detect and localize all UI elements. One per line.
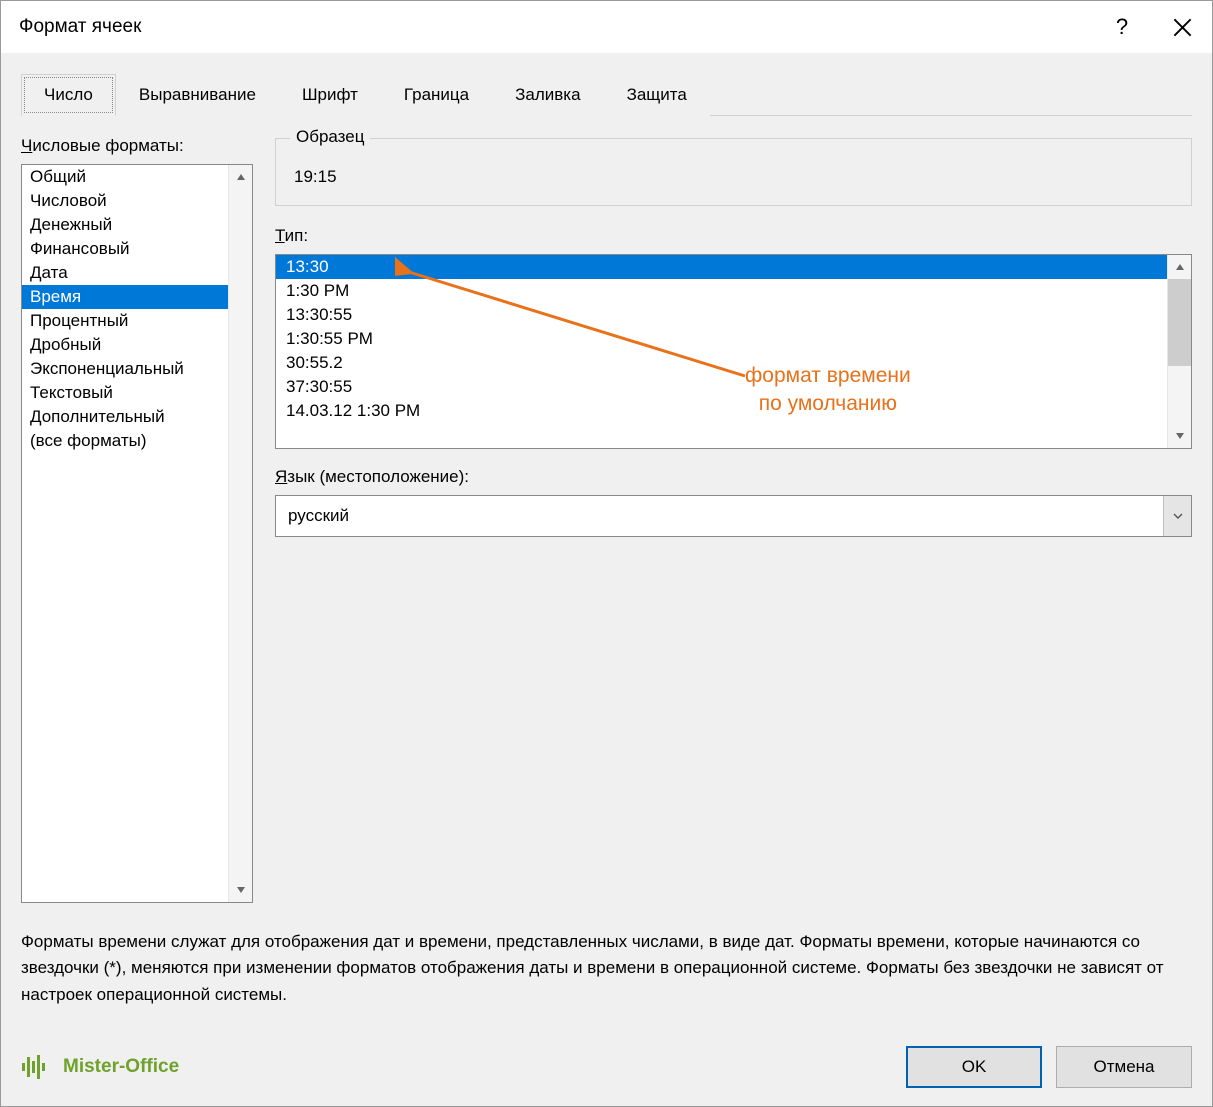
scroll-track[interactable] — [1168, 279, 1191, 424]
chevron-down-icon — [1173, 511, 1183, 521]
locale-label: Язык (местоположение): — [275, 467, 1192, 487]
type-listbox[interactable]: 13:30 1:30 PM 13:30:55 1:30:55 PM 30:55.… — [275, 254, 1192, 449]
scroll-thumb[interactable] — [1168, 279, 1191, 366]
locale-value: русский — [276, 496, 1163, 536]
format-cells-dialog: Формат ячеек ? Число Выравнивание Шрифт … — [1, 1, 1212, 1106]
locale-combobox[interactable]: русский — [275, 495, 1192, 537]
category-item[interactable]: Время — [22, 285, 228, 309]
scroll-track[interactable] — [229, 189, 252, 878]
category-item[interactable]: Дробный — [22, 333, 228, 357]
annotation-text: формат времени по умолчанию — [745, 362, 911, 419]
type-item[interactable]: 1:30:55 PM — [276, 327, 1167, 351]
categories-items: Общий Числовой Денежный Финансовый Дата … — [22, 165, 228, 902]
category-item[interactable]: Общий — [22, 165, 228, 189]
settings-column: Образец 19:15 Тип: 13:30 1:30 PM 13:30:5… — [275, 136, 1192, 903]
tab-border[interactable]: Граница — [381, 74, 492, 116]
scroll-down-button[interactable] — [229, 878, 252, 902]
category-item[interactable]: Денежный — [22, 213, 228, 237]
tab-alignment[interactable]: Выравнивание — [116, 74, 279, 116]
categories-label: Числовые форматы: — [21, 136, 253, 156]
tab-protection[interactable]: Защита — [604, 74, 710, 116]
categories-column: Числовые форматы: Общий Числовой Денежны… — [21, 136, 253, 903]
type-item[interactable]: 30:55.2 — [276, 351, 1167, 375]
category-item[interactable]: (все форматы) — [22, 429, 228, 453]
tab-fill[interactable]: Заливка — [492, 74, 603, 116]
scroll-up-button[interactable] — [1168, 255, 1191, 279]
chevron-down-icon — [1175, 431, 1185, 441]
category-item[interactable]: Финансовый — [22, 237, 228, 261]
locale-dropdown-button[interactable] — [1163, 496, 1191, 536]
brand-text: Mister-Office — [63, 1056, 179, 1078]
tab-number[interactable]: Число — [21, 74, 116, 116]
dialog-body: Число Выравнивание Шрифт Граница Заливка… — [1, 53, 1212, 1106]
chevron-up-icon — [1175, 262, 1185, 272]
type-item[interactable]: 1:30 PM — [276, 279, 1167, 303]
close-button[interactable] — [1152, 1, 1212, 53]
category-item[interactable]: Экспоненциальный — [22, 357, 228, 381]
type-item[interactable]: 13:30 — [276, 255, 1167, 279]
type-items: 13:30 1:30 PM 13:30:55 1:30:55 PM 30:55.… — [276, 255, 1167, 448]
type-item[interactable]: 37:30:55 — [276, 375, 1167, 399]
category-item[interactable]: Процентный — [22, 309, 228, 333]
content-area: Числовые форматы: Общий Числовой Денежны… — [21, 136, 1192, 903]
tab-font[interactable]: Шрифт — [279, 74, 381, 116]
type-item[interactable]: 14.03.12 1:30 PM — [276, 399, 1167, 423]
sample-box: Образец 19:15 — [275, 138, 1192, 206]
sample-value: 19:15 — [294, 167, 1173, 187]
categories-listbox[interactable]: Общий Числовой Денежный Финансовый Дата … — [21, 164, 253, 903]
dialog-title: Формат ячеек — [19, 16, 1092, 38]
chevron-down-icon — [236, 885, 246, 895]
help-button[interactable]: ? — [1092, 1, 1152, 53]
category-item[interactable]: Числовой — [22, 189, 228, 213]
brand-logo: Mister-Office — [21, 1053, 179, 1081]
category-item[interactable]: Дата — [22, 261, 228, 285]
type-label: Тип: — [275, 226, 1192, 246]
cancel-button[interactable]: Отмена — [1056, 1046, 1192, 1088]
sample-legend: Образец — [290, 127, 370, 147]
tab-strip: Число Выравнивание Шрифт Граница Заливка… — [21, 73, 1192, 116]
category-item[interactable]: Дополнительный — [22, 405, 228, 429]
dialog-footer: Mister-Office OK Отмена — [21, 1008, 1192, 1088]
chevron-up-icon — [236, 172, 246, 182]
titlebar: Формат ячеек ? — [1, 1, 1212, 53]
ok-button[interactable]: OK — [906, 1046, 1042, 1088]
close-icon — [1173, 18, 1192, 37]
type-scrollbar[interactable] — [1167, 255, 1191, 448]
category-item[interactable]: Текстовый — [22, 381, 228, 405]
sound-bars-icon — [21, 1053, 57, 1081]
scroll-up-button[interactable] — [229, 165, 252, 189]
categories-scrollbar[interactable] — [228, 165, 252, 902]
scroll-down-button[interactable] — [1168, 424, 1191, 448]
format-description: Форматы времени служат для отображения д… — [21, 929, 1192, 1008]
type-item[interactable]: 13:30:55 — [276, 303, 1167, 327]
